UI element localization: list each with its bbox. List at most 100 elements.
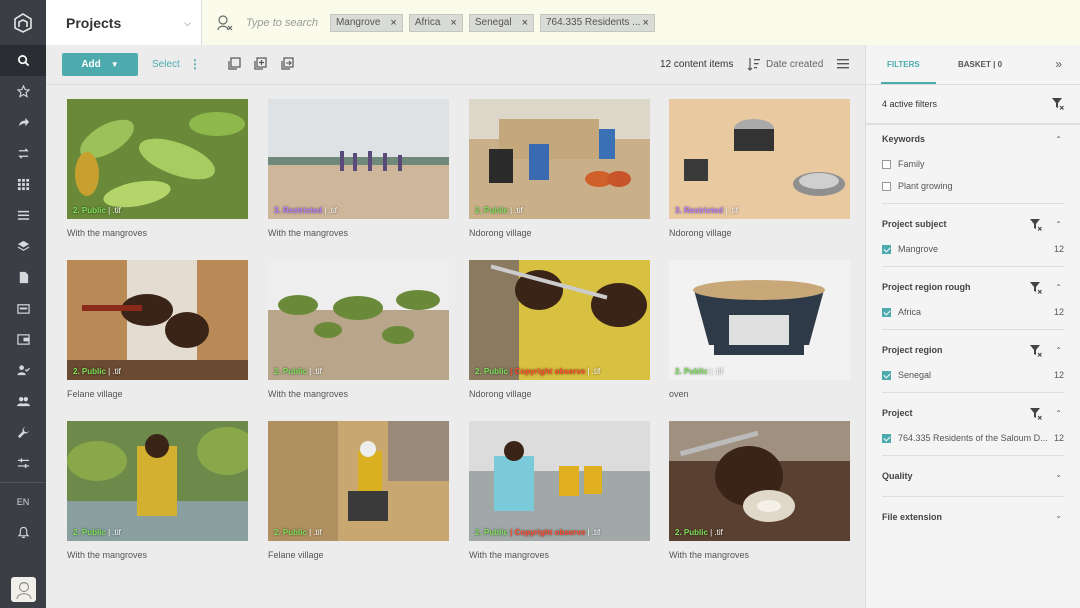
language-switch[interactable]: EN <box>0 486 46 517</box>
app-logo[interactable] <box>0 0 46 45</box>
chevron-up-icon[interactable]: ⌃ <box>1055 220 1062 229</box>
add-to-collection-icon[interactable] <box>253 57 267 71</box>
checkbox[interactable] <box>882 307 891 317</box>
item-status-badge: 3. Restricted | .tif <box>274 206 337 215</box>
list-view-icon[interactable] <box>836 57 850 71</box>
content-item[interactable]: 2. Public | .tif With the mangroves <box>67 421 248 560</box>
share-collection-icon[interactable] <box>280 57 294 71</box>
add-button[interactable]: Add ▼ <box>62 53 138 76</box>
avatar-icon <box>16 581 31 599</box>
content-item[interactable]: 3. Restricted | .tif With the mangroves <box>268 99 449 238</box>
tab-basket[interactable]: BASKET | 0 <box>958 60 1002 69</box>
item-thumbnail[interactable]: 2. Public | Copyright observe | .tif <box>469 260 650 380</box>
content-item[interactable]: 2. Public | .tif Felane village <box>268 421 449 560</box>
filter-option[interactable]: Mangrove 12 <box>882 238 1064 260</box>
select-button[interactable]: Select <box>152 59 180 70</box>
nav-search[interactable] <box>0 45 46 76</box>
nav-wallet[interactable] <box>0 324 46 355</box>
section-title[interactable]: Quality <box>882 462 1064 490</box>
section-title[interactable]: Keywords <box>882 125 1064 153</box>
filter-option[interactable]: Africa 12 <box>882 301 1064 323</box>
filter-option[interactable]: Family <box>882 153 1064 175</box>
chevron-down-icon[interactable]: ⌄ <box>1055 511 1062 520</box>
sort-icon[interactable] <box>747 57 761 71</box>
nav-settings[interactable] <box>0 448 46 479</box>
sort-field[interactable]: Date created <box>766 59 823 70</box>
content-item[interactable]: 2. Public | .tif Ndorong village <box>469 99 650 238</box>
nav-list[interactable] <box>0 200 46 231</box>
clear-filter-icon[interactable] <box>1030 282 1042 294</box>
item-thumbnail[interactable]: 2. Public | .tif <box>67 421 248 541</box>
chevron-up-icon[interactable]: ⌃ <box>1055 409 1062 418</box>
checkbox[interactable] <box>882 159 891 169</box>
search-input[interactable]: Type to search <box>246 17 318 29</box>
filter-option[interactable]: Senegal 12 <box>882 364 1064 386</box>
checkbox[interactable] <box>882 370 891 380</box>
content-item[interactable]: 2. Public | .tif With the mangroves <box>268 260 449 399</box>
chevron-down-icon[interactable]: ⌄ <box>1055 470 1062 479</box>
nav-documents[interactable] <box>0 262 46 293</box>
clear-filter-icon[interactable] <box>1030 219 1042 231</box>
nav-grid[interactable] <box>0 169 46 200</box>
content-item[interactable]: 2. Public | Copyright observe | .tif Ndor… <box>469 260 650 399</box>
close-icon[interactable]: × <box>522 17 528 29</box>
nav-transfer[interactable] <box>0 138 46 169</box>
chevron-up-icon[interactable]: ⌃ <box>1055 346 1062 355</box>
nav-notifications[interactable] <box>0 517 46 548</box>
nav-layers[interactable] <box>0 231 46 262</box>
item-caption: Ndorong village <box>469 228 532 238</box>
checkbox[interactable] <box>882 244 891 254</box>
item-thumbnail[interactable]: 2. Public | .tif <box>268 260 449 380</box>
content-item[interactable]: 2. Public | .tif oven <box>669 260 850 399</box>
clear-filters-icon[interactable] <box>1052 98 1064 110</box>
close-icon[interactable]: × <box>450 17 456 29</box>
status-label: 3. Restricted <box>675 206 724 215</box>
item-thumbnail[interactable]: 2. Public | .tif <box>268 421 449 541</box>
filter-chip[interactable]: Mangrove × <box>329 13 403 32</box>
list-icon <box>17 210 29 220</box>
content-item[interactable]: 3. Restricted | .tif Ndorong village <box>669 99 850 238</box>
search-clear-icon[interactable] <box>216 14 234 32</box>
filter-option[interactable]: 764.335 Residents of the Saloum D... 12 <box>882 427 1064 449</box>
option-label: Plant growing <box>898 181 953 191</box>
checkbox[interactable] <box>882 181 891 191</box>
project-selector[interactable]: Projects ⌵ <box>46 0 202 45</box>
nav-user-check[interactable] <box>0 355 46 386</box>
collapse-panel-icon[interactable]: » <box>1055 57 1062 71</box>
item-thumbnail[interactable]: 2. Public | .tif <box>469 99 650 219</box>
close-icon[interactable]: × <box>390 17 396 29</box>
content-item[interactable]: 2. Public | .tif With the mangroves <box>67 99 248 238</box>
filter-chip[interactable]: Senegal × <box>468 13 534 32</box>
nav-favorites[interactable] <box>0 76 46 107</box>
file-extension-label: | .tif <box>306 367 322 376</box>
user-avatar[interactable] <box>11 577 36 602</box>
item-thumbnail[interactable]: 2. Public | .tif <box>67 99 248 219</box>
item-thumbnail[interactable]: 3. Restricted | .tif <box>268 99 449 219</box>
section-title[interactable]: File extension <box>882 503 1064 531</box>
chevron-up-icon[interactable]: ⌃ <box>1055 283 1062 292</box>
item-thumbnail[interactable]: 2. Public | .tif <box>669 260 850 380</box>
file-extension-label: | .tif <box>585 367 601 376</box>
chevron-up-icon[interactable]: ⌃ <box>1055 135 1062 144</box>
tab-filters[interactable]: FILTERS <box>881 60 936 84</box>
filter-option[interactable]: Plant growing <box>882 175 1064 197</box>
content-item[interactable]: 2. Public | .tif Felane village <box>67 260 248 399</box>
filter-chip[interactable]: Africa × <box>408 13 463 32</box>
nav-share[interactable] <box>0 107 46 138</box>
filter-chip[interactable]: 764.335 Residents ... × <box>540 13 655 32</box>
content-item[interactable]: 2. Public | Copyright observe | .tif With… <box>469 421 650 560</box>
clear-filter-icon[interactable] <box>1030 408 1042 420</box>
item-thumbnail[interactable]: 2. Public | Copyright observe | .tif <box>469 421 650 541</box>
item-thumbnail[interactable]: 2. Public | .tif <box>669 421 850 541</box>
checkbox[interactable] <box>882 433 891 443</box>
nav-images[interactable] <box>0 293 46 324</box>
more-vertical-icon[interactable]: ⋮ <box>189 57 201 71</box>
nav-tools[interactable] <box>0 417 46 448</box>
item-thumbnail[interactable]: 2. Public | .tif <box>67 260 248 380</box>
close-icon[interactable]: × <box>643 17 649 29</box>
clear-filter-icon[interactable] <box>1030 345 1042 357</box>
nav-users[interactable] <box>0 386 46 417</box>
content-item[interactable]: 2. Public | .tif With the mangroves <box>669 421 850 560</box>
edit-copy-icon[interactable] <box>227 57 241 71</box>
item-thumbnail[interactable]: 3. Restricted | .tif <box>669 99 850 219</box>
